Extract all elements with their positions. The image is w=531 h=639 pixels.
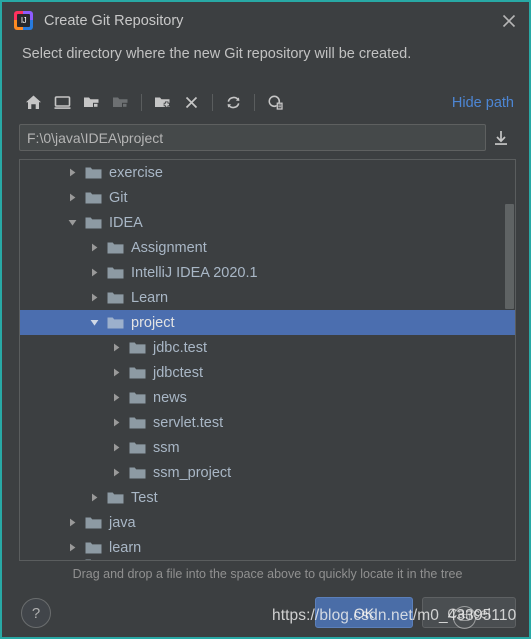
folder-icon	[128, 340, 146, 356]
chevron-right-icon[interactable]	[64, 165, 80, 181]
chevron-down-icon[interactable]	[64, 215, 80, 231]
tree-node-label: java	[109, 514, 136, 531]
tree-node-label: Learn	[131, 289, 169, 306]
tree-node-label: learn	[109, 539, 142, 556]
intellij-idea-logo: IJ	[14, 11, 33, 30]
chevron-right-icon[interactable]	[108, 390, 124, 406]
chevron-right-icon[interactable]	[108, 440, 124, 456]
toolbar-separator	[254, 94, 255, 111]
tree-node-label: Test	[131, 489, 158, 506]
tree-row[interactable]	[84, 557, 102, 560]
close-icon[interactable]	[496, 8, 522, 34]
tree-scrollbar[interactable]	[505, 161, 514, 560]
tree-row[interactable]: ssm_project	[20, 460, 515, 485]
path-row	[19, 123, 516, 152]
dialog-titlebar: IJ Create Git Repository	[4, 4, 529, 37]
chevron-right-icon[interactable]	[108, 415, 124, 431]
chevron-right-icon[interactable]	[64, 540, 80, 556]
folder-icon	[106, 240, 124, 256]
folder-icon	[84, 540, 102, 556]
folder-icon	[128, 390, 146, 406]
tree-row[interactable]: servlet.test	[20, 410, 515, 435]
help-button[interactable]: ?	[21, 598, 51, 628]
refresh-icon[interactable]	[219, 88, 248, 117]
tree-node-label: IntelliJ IDEA 2020.1	[131, 264, 258, 281]
tree-scrollbar-thumb[interactable]	[505, 204, 514, 309]
directory-tree-panel[interactable]: exercise Git IDEA Assignment IntelliJ IDEA 2…	[19, 159, 516, 561]
tree-row[interactable]: project	[20, 310, 515, 335]
tree-row[interactable]: Assignment	[20, 235, 515, 260]
chevron-right-icon[interactable]	[64, 515, 80, 531]
tree-row[interactable]: jdbctest	[20, 360, 515, 385]
folder-icon	[128, 465, 146, 481]
tree-node-label: IDEA	[109, 214, 143, 231]
tree-node-label: jdbc.test	[153, 339, 207, 356]
file-chooser-toolbar: Hide path	[19, 86, 516, 119]
tree-row[interactable]: jdbc.test	[20, 335, 515, 360]
new-folder-icon[interactable]	[148, 88, 177, 117]
tree-node-label: project	[131, 314, 175, 331]
tree-row[interactable]: Git	[20, 185, 515, 210]
chevron-right-icon[interactable]	[86, 290, 102, 306]
folder-icon	[84, 165, 102, 181]
ok-button[interactable]: OK	[315, 597, 413, 628]
tree-node-label: news	[153, 389, 187, 406]
show-hidden-files-icon[interactable]	[261, 88, 290, 117]
tree-row[interactable]: Test	[20, 485, 515, 510]
desktop-icon[interactable]	[48, 88, 77, 117]
tree-row[interactable]: java	[20, 510, 515, 535]
create-git-repository-dialog: IJ Create Git Repository Select director…	[0, 0, 531, 639]
folder-icon	[128, 415, 146, 431]
tree-node-label: servlet.test	[153, 414, 224, 431]
tree-node-label: ssm_project	[153, 464, 232, 481]
folder-icon	[106, 315, 124, 331]
folder-icon	[106, 490, 124, 506]
project-folder-icon[interactable]	[77, 88, 106, 117]
tree-row[interactable]: IDEA	[20, 210, 515, 235]
module-folder-icon	[106, 88, 135, 117]
tree-row[interactable]: exercise	[20, 160, 515, 185]
folder-icon	[84, 557, 102, 560]
tree-node-label: jdbctest	[153, 364, 203, 381]
download-arrow-icon[interactable]	[486, 124, 516, 151]
chevron-right-icon[interactable]	[86, 265, 102, 281]
toolbar-separator	[141, 94, 142, 111]
folder-icon	[84, 215, 102, 231]
chevron-right-icon[interactable]	[86, 240, 102, 256]
chevron-right-icon[interactable]	[108, 365, 124, 381]
toolbar-separator	[212, 94, 213, 111]
chevron-down-icon[interactable]	[86, 315, 102, 331]
folder-icon	[84, 515, 102, 531]
hide-path-link[interactable]: Hide path	[452, 95, 516, 111]
tree-row[interactable]: ssm	[20, 435, 515, 460]
folder-icon	[106, 290, 124, 306]
tree-row[interactable]: IntelliJ IDEA 2020.1	[20, 260, 515, 285]
tree-node-label: ssm	[153, 439, 180, 456]
delete-icon[interactable]	[177, 88, 206, 117]
tree-row[interactable]: Learn	[20, 285, 515, 310]
chevron-right-icon[interactable]	[86, 490, 102, 506]
dialog-subtitle: Select directory where the new Git repos…	[22, 46, 412, 62]
chevron-right-icon[interactable]	[64, 190, 80, 206]
directory-tree: exercise Git IDEA Assignment IntelliJ IDEA 2…	[20, 160, 515, 560]
chevron-right-icon[interactable]	[108, 340, 124, 356]
folder-icon	[84, 190, 102, 206]
tree-row[interactable]: news	[20, 385, 515, 410]
chevron-right-icon[interactable]	[108, 465, 124, 481]
home-icon[interactable]	[19, 88, 48, 117]
folder-icon	[128, 365, 146, 381]
folder-icon	[128, 440, 146, 456]
tree-node-label: Git	[109, 189, 128, 206]
path-input[interactable]	[19, 124, 486, 151]
cancel-button[interactable]: Cancel	[422, 597, 516, 628]
dialog-title: Create Git Repository	[44, 12, 184, 29]
tree-node-label: Assignment	[131, 239, 207, 256]
tree-node-label: exercise	[109, 164, 163, 181]
drag-drop-hint: Drag and drop a file into the space abov…	[72, 567, 463, 581]
folder-icon	[106, 265, 124, 281]
